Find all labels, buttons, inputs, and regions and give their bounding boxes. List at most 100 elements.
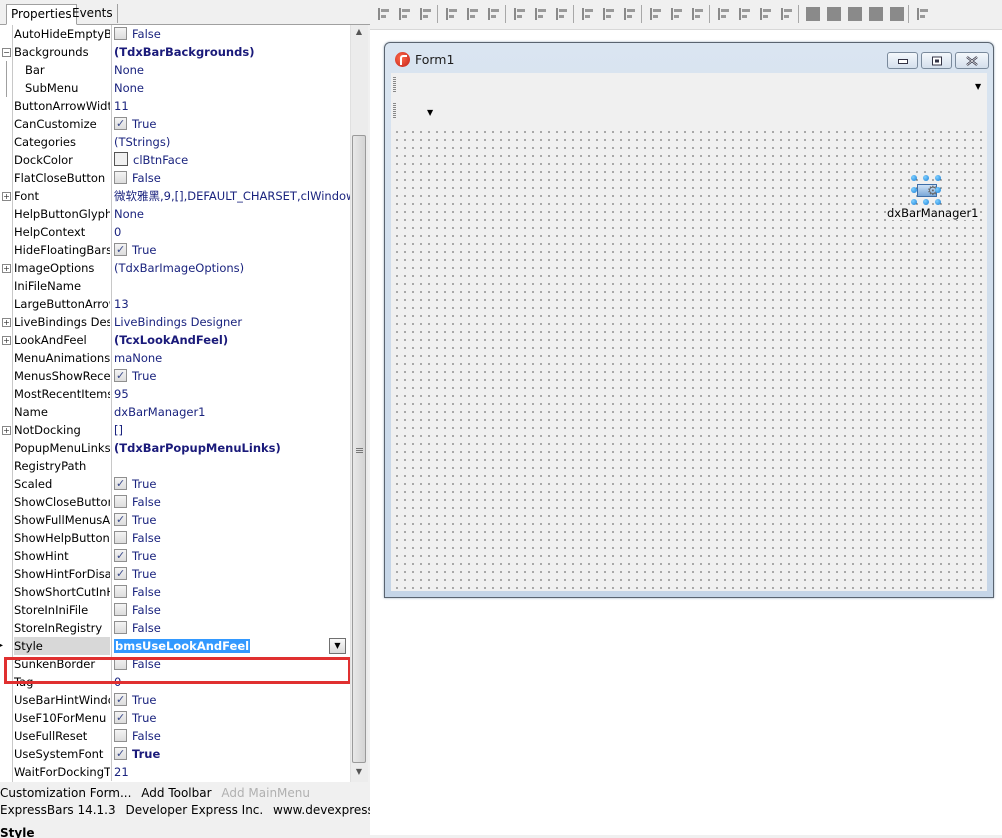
property-value[interactable]: clBtnFace — [114, 151, 350, 169]
column-divider[interactable] — [111, 583, 112, 601]
minimize-button[interactable] — [887, 52, 918, 69]
column-divider[interactable] — [111, 421, 112, 439]
column-divider[interactable] — [111, 295, 112, 313]
property-row[interactable]: MostRecentItemsP 95 — [0, 385, 350, 403]
checkbox-checked[interactable] — [114, 241, 127, 259]
column-divider[interactable] — [111, 457, 112, 475]
column-divider[interactable] — [111, 385, 112, 403]
property-value[interactable]: 0 — [114, 673, 350, 691]
property-name[interactable]: Bar — [25, 61, 110, 79]
property-value[interactable] — [114, 277, 350, 295]
column-divider[interactable] — [111, 745, 112, 763]
checkbox-checked[interactable] — [114, 691, 127, 709]
property-value[interactable]: False — [114, 583, 350, 601]
checkbox-unchecked[interactable] — [114, 531, 127, 544]
property-value[interactable]: dxBarManager1 — [114, 403, 350, 421]
checkbox-checked[interactable] — [114, 709, 127, 727]
property-name[interactable]: HelpButtonGlyph — [14, 205, 110, 223]
space-equal-horizontal-icon[interactable] — [512, 6, 528, 22]
checkbox-checked[interactable] — [114, 115, 127, 133]
property-name[interactable]: Style — [14, 637, 110, 655]
property-value[interactable]: True — [114, 475, 350, 493]
property-name[interactable]: ShowShortCutInH — [14, 583, 110, 601]
property-row[interactable]: + ImageOptions (TdxBarImageOptions) — [0, 259, 350, 277]
column-divider[interactable] — [111, 331, 112, 349]
property-name[interactable]: LargeButtonArrow — [14, 295, 110, 313]
property-name[interactable]: LookAndFeel — [14, 331, 110, 349]
property-row[interactable]: + LookAndFeel (TcxLookAndFeel) — [0, 331, 350, 349]
property-value[interactable]: (TdxBarPopupMenuLinks) — [114, 439, 350, 457]
column-divider[interactable] — [111, 511, 112, 529]
property-value[interactable]: (TdxBarBackgrounds) — [114, 43, 350, 61]
selection-handle[interactable] — [923, 199, 929, 205]
property-row[interactable]: + NotDocking[] — [0, 421, 350, 439]
column-divider[interactable] — [111, 727, 112, 745]
column-divider[interactable] — [111, 763, 112, 781]
property-name[interactable]: ShowFullMenusAft — [14, 511, 110, 529]
column-divider[interactable] — [111, 439, 112, 457]
tab-events[interactable]: Events — [68, 4, 118, 23]
property-name[interactable]: HelpContext — [14, 223, 110, 241]
expand-icon[interactable]: + — [2, 192, 11, 201]
property-value[interactable]: True — [114, 367, 350, 385]
property-row[interactable]: RegistryPath — [0, 457, 350, 475]
toolbar-dropdown-arrow-icon[interactable]: ▼ — [427, 108, 433, 117]
property-row[interactable]: Tag 0 — [0, 673, 350, 691]
property-value[interactable]: False — [114, 169, 350, 187]
property-row[interactable]: +LiveBindings DesignLiveBindings Designe… — [0, 313, 350, 331]
property-name[interactable]: CanCustomize — [14, 115, 110, 133]
selection-handle[interactable] — [923, 175, 929, 181]
property-row[interactable]: UseBarHintWindow True — [0, 691, 350, 709]
bar-manager-component[interactable]: ⚙ dxBarManager1 — [887, 173, 979, 223]
property-row[interactable]: UseSystemFont True — [0, 745, 350, 763]
scrollbar-thumb[interactable] — [352, 135, 366, 763]
column-divider[interactable] — [111, 205, 112, 223]
column-divider[interactable] — [111, 169, 112, 187]
property-name[interactable]: IniFileName — [14, 277, 110, 295]
property-row[interactable]: HideFloatingBarsW True — [0, 241, 350, 259]
checkbox-unchecked[interactable] — [114, 171, 127, 184]
send-to-back-icon[interactable] — [826, 6, 842, 22]
align-left-icon[interactable] — [376, 6, 392, 22]
column-divider[interactable] — [111, 403, 112, 421]
property-row[interactable]: Categories (TStrings) — [0, 133, 350, 151]
column-divider[interactable] — [111, 223, 112, 241]
bring-to-front-icon[interactable] — [805, 6, 821, 22]
property-value[interactable]: True — [114, 511, 350, 529]
selected-value-text[interactable]: bmsUseLookAndFeel — [114, 639, 251, 653]
column-divider[interactable] — [111, 313, 112, 331]
property-row[interactable]: StoreInIniFile False — [0, 601, 350, 619]
send-backward-icon[interactable] — [868, 6, 884, 22]
column-divider[interactable] — [111, 529, 112, 547]
property-name[interactable]: RegistryPath — [14, 457, 110, 475]
property-name[interactable]: HideFloatingBarsW — [14, 241, 110, 259]
style-combo-input[interactable]: bmsUseLookAndFeel ▼ — [114, 637, 350, 655]
column-divider[interactable] — [111, 259, 112, 277]
column-divider[interactable] — [111, 133, 112, 151]
align-top-icon[interactable] — [444, 6, 460, 22]
column-divider[interactable] — [111, 655, 112, 673]
property-value[interactable]: False — [114, 619, 350, 637]
property-value[interactable]: (TdxBarImageOptions) — [114, 259, 350, 277]
checkbox-checked[interactable] — [114, 745, 127, 763]
center-in-window-icon[interactable] — [758, 6, 774, 22]
property-value[interactable]: None — [114, 79, 350, 97]
property-value[interactable]: True — [114, 745, 350, 763]
design-grid-surface[interactable]: ⚙ dxBarManager1 — [391, 125, 987, 591]
checkbox-unchecked[interactable] — [114, 585, 127, 598]
align-horizontal-center-icon[interactable] — [418, 6, 434, 22]
property-value[interactable]: maNone — [114, 349, 350, 367]
property-name[interactable]: UseSystemFont — [14, 745, 110, 763]
property-value[interactable]: False — [114, 25, 350, 43]
close-button[interactable] — [955, 52, 989, 69]
property-value[interactable]: None — [114, 61, 350, 79]
column-divider[interactable] — [111, 601, 112, 619]
column-divider[interactable] — [111, 619, 112, 637]
make-same-height-icon[interactable] — [669, 6, 685, 22]
column-divider[interactable] — [111, 349, 112, 367]
property-value[interactable]: False — [114, 529, 350, 547]
property-value[interactable]: True — [114, 547, 350, 565]
property-value[interactable]: True — [114, 241, 350, 259]
maximize-button[interactable] — [921, 52, 952, 69]
property-name[interactable]: SunkenBorder — [14, 655, 110, 673]
